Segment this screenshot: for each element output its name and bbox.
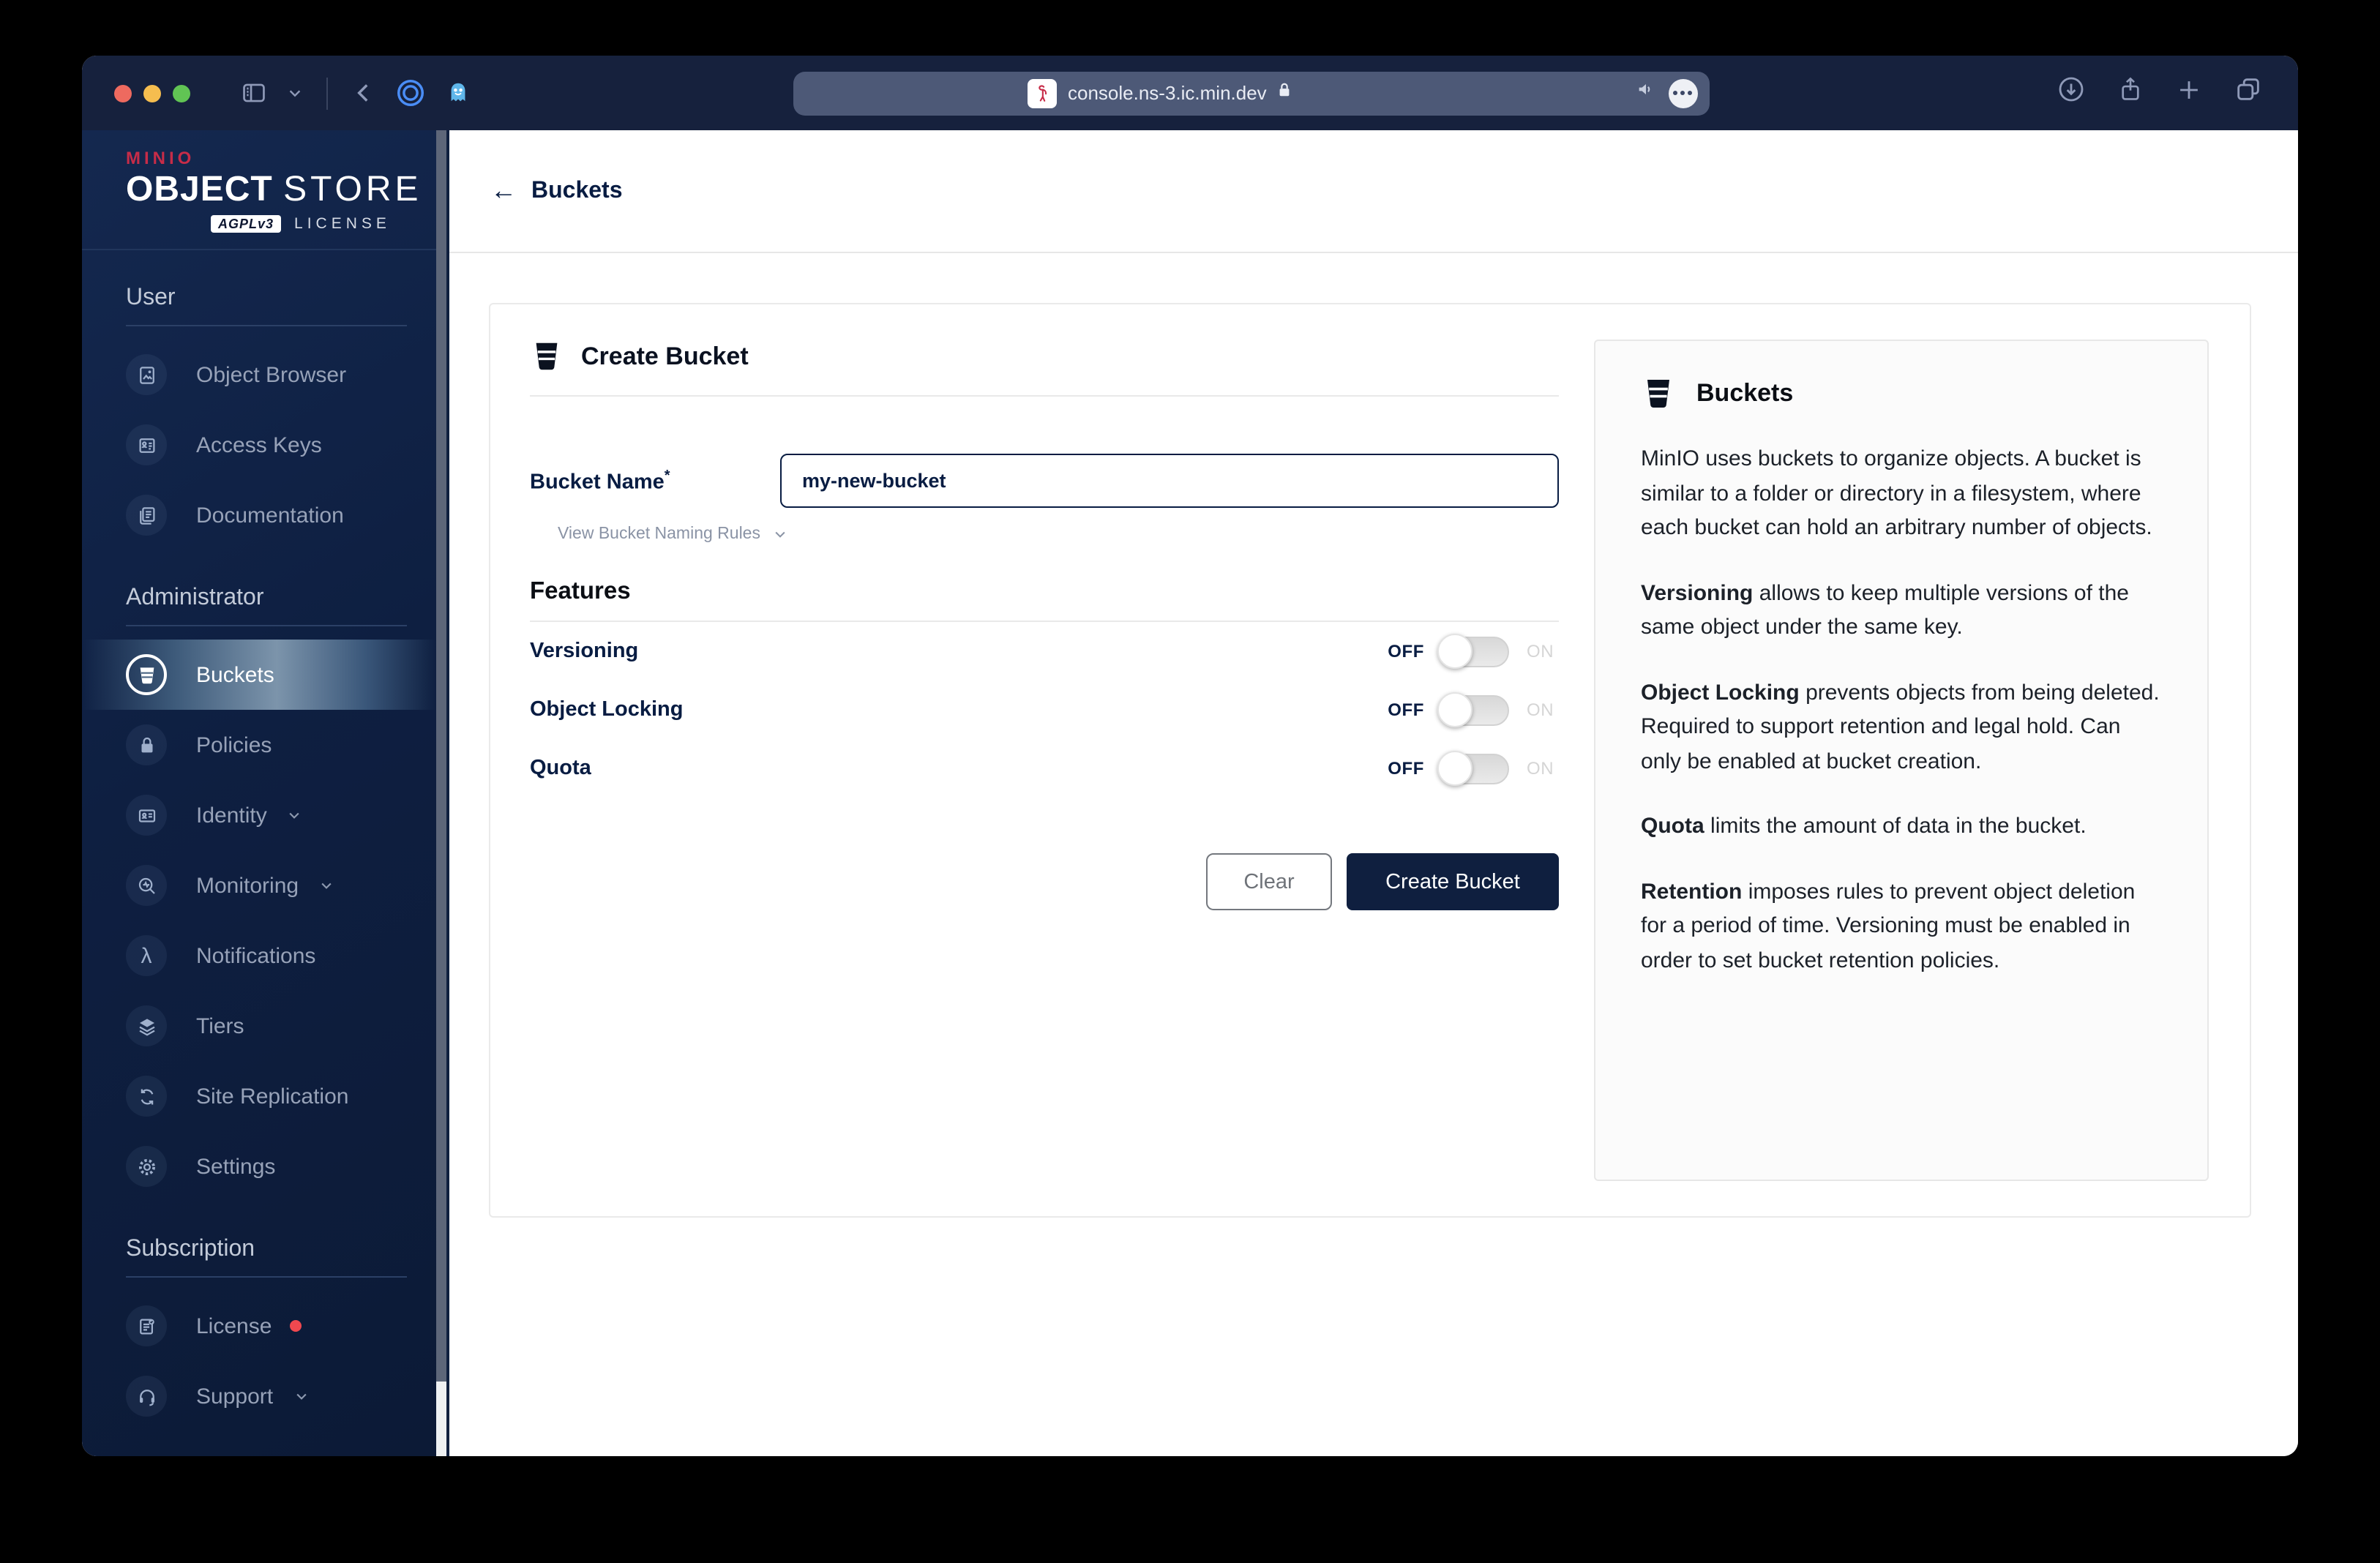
page-title[interactable]: Buckets	[531, 178, 623, 204]
close-window-button[interactable]	[114, 84, 132, 102]
info-paragraph-intro: MinIO uses buckets to organize objects. …	[1641, 446, 2152, 540]
bucket-name-input[interactable]	[780, 454, 1559, 508]
info-paragraph-versioning: Versioning allows to keep multiple versi…	[1641, 580, 2129, 640]
sidebar-scrollbar[interactable]	[436, 130, 446, 1456]
naming-rules-chevron-icon	[774, 531, 785, 538]
monitoring-icon	[138, 877, 154, 893]
sidebar-item-tiers[interactable]: Tiers	[82, 991, 436, 1061]
page-header: ← Buckets	[449, 130, 2298, 253]
downloads-icon[interactable]	[2057, 75, 2086, 111]
feature-row-object-locking: Object Locking OFF ON	[530, 681, 1559, 739]
object-locking-on-label: ON	[1527, 700, 1554, 720]
feature-row-versioning: Versioning OFF ON	[530, 622, 1559, 681]
feature-row-quota: Quota OFF ON	[530, 739, 1559, 798]
view-bucket-naming-rules-toggle[interactable]: View Bucket Naming Rules	[558, 525, 787, 543]
info-paragraph-object-locking: Object Locking prevents objects from bei…	[1641, 680, 2160, 773]
versioning-toggle[interactable]	[1437, 634, 1509, 669]
info-panel-title: Buckets	[1696, 379, 1794, 407]
tab-overview-icon[interactable]	[2234, 75, 2263, 111]
quota-off-label: OFF	[1388, 758, 1424, 779]
zoom-window-button[interactable]	[173, 84, 190, 102]
sidebar-item-object-browser[interactable]: Object Browser	[82, 340, 436, 410]
versioning-on-label: ON	[1527, 641, 1554, 661]
create-bucket-card: Create Bucket Bucket Name* View Bucket	[489, 303, 2251, 1218]
ghostery-extension-icon[interactable]	[445, 79, 471, 107]
url-text: console.ns-3.ic.min.dev	[1068, 82, 1267, 104]
sidebar-toggle-icon[interactable]	[240, 79, 268, 107]
support-headset-icon	[139, 1389, 154, 1406]
back-button[interactable]	[351, 80, 376, 105]
bucket-name-label: Bucket Name*	[530, 468, 670, 494]
support-expand-chevron-icon[interactable]	[293, 1389, 308, 1403]
identity-expand-chevron-icon[interactable]	[288, 808, 302, 822]
sidebar-item-identity[interactable]: Identity	[82, 780, 436, 850]
documentation-icon	[139, 506, 154, 524]
toolbar-divider	[326, 77, 328, 109]
page-settings-ellipsis-button[interactable]	[1668, 78, 1697, 108]
object-locking-toggle[interactable]	[1437, 692, 1509, 727]
monitoring-expand-chevron-icon[interactable]	[319, 878, 334, 893]
sidebar-section-subscription: Subscription	[126, 1237, 407, 1278]
sidebar-item-settings[interactable]: Settings	[82, 1131, 436, 1202]
share-icon[interactable]	[2117, 75, 2144, 111]
sidebar-item-policies[interactable]: Policies	[82, 710, 436, 780]
mute-tab-icon[interactable]	[1634, 79, 1656, 107]
access-keys-icon	[138, 438, 154, 452]
back-to-buckets-arrow[interactable]: ←	[490, 176, 517, 206]
license-icon	[139, 1318, 154, 1334]
info-paragraph-retention: Retention imposes rules to prevent objec…	[1641, 879, 2136, 972]
site-favicon-minio	[1027, 78, 1056, 108]
quota-on-label: ON	[1527, 758, 1554, 779]
buckets-info-panel: Buckets MinIO uses buckets to organize o…	[1594, 340, 2209, 1181]
object-locking-off-label: OFF	[1388, 700, 1424, 720]
address-bar[interactable]: console.ns-3.ic.min.dev	[793, 71, 1709, 115]
sidebar-item-monitoring[interactable]: Monitoring	[82, 850, 436, 921]
license-alert-badge	[289, 1320, 302, 1332]
bucket-icon	[1647, 380, 1669, 408]
sidebar-scrollbar-thumb[interactable]	[436, 130, 446, 1382]
agpl-badge: AGPLv3	[211, 215, 282, 233]
quota-toggle[interactable]	[1437, 751, 1509, 786]
minio-logo: MINIO OBJECT STORE AGPLv3 LICENSE	[82, 130, 436, 250]
minio-brand-text: MINIO	[126, 148, 195, 168]
create-bucket-button[interactable]: Create Bucket	[1347, 853, 1559, 910]
versioning-off-label: OFF	[1388, 641, 1424, 661]
tiers-icon	[138, 1018, 154, 1035]
sidebar-item-clipped	[82, 1446, 436, 1456]
new-tab-icon[interactable]	[2175, 75, 2203, 110]
window-controls	[114, 84, 190, 102]
form-title: Create Bucket	[581, 342, 749, 370]
buckets-icon	[139, 667, 154, 683]
sidebar-item-license[interactable]: License	[82, 1291, 436, 1361]
lambda-icon: λ	[141, 943, 152, 968]
site-replication-icon	[140, 1088, 153, 1104]
minimize-window-button[interactable]	[143, 84, 161, 102]
lock-icon	[1277, 80, 1293, 106]
sidebar-item-buckets[interactable]: Buckets	[82, 640, 436, 710]
sidebar-item-documentation[interactable]: Documentation	[82, 480, 436, 550]
bucket-icon	[536, 342, 558, 370]
object-browser-icon	[139, 366, 154, 383]
sidebar-section-administrator: Administrator	[126, 585, 407, 626]
browser-window: console.ns-3.ic.min.dev MINIO OBJECT STO…	[82, 56, 2298, 1456]
screen: console.ns-3.ic.min.dev MINIO OBJECT STO…	[0, 0, 2380, 1563]
sidebar-section-user: User	[126, 285, 407, 326]
features-heading: Features	[530, 578, 631, 604]
sidebar-item-access-keys[interactable]: Access Keys	[82, 410, 436, 480]
title-divider	[530, 395, 1559, 397]
sidebar-item-support[interactable]: Support	[82, 1361, 436, 1431]
browser-titlebar: console.ns-3.ic.min.dev	[82, 56, 2298, 130]
onepassword-extension-icon[interactable]	[395, 78, 426, 108]
clear-button[interactable]: Clear	[1206, 853, 1332, 910]
app-sidebar: MINIO OBJECT STORE AGPLv3 LICENSE User O…	[82, 130, 449, 1456]
policies-icon	[141, 736, 152, 752]
sidebar-item-notifications[interactable]: λ Notifications	[82, 921, 436, 991]
license-text: LICENSE	[294, 215, 391, 233]
sidebar-item-site-replication[interactable]: Site Replication	[82, 1061, 436, 1131]
identity-icon	[138, 809, 155, 822]
info-paragraph-quota: Quota limits the amount of data in the b…	[1641, 814, 2087, 839]
gear-icon	[138, 1158, 155, 1175]
object-store-title: OBJECT STORE	[126, 170, 422, 209]
sidebar-chevron-icon[interactable]	[287, 85, 303, 101]
